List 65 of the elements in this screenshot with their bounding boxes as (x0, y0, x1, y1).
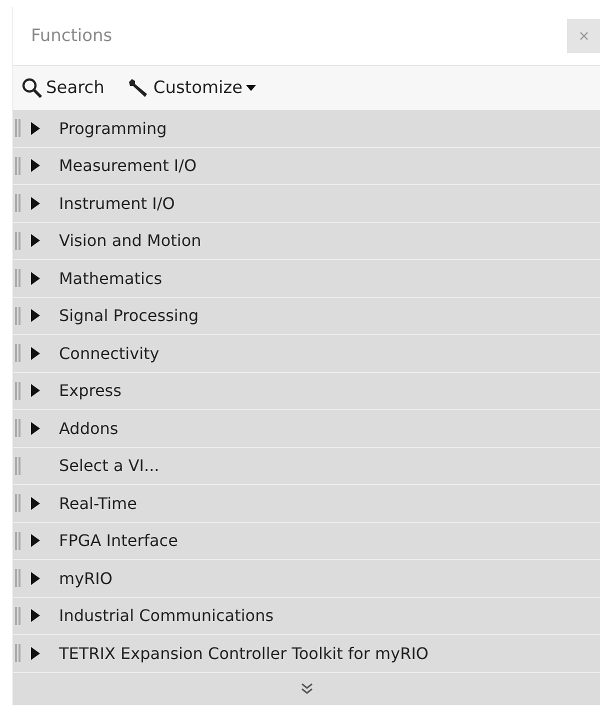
palette-item[interactable]: Programming (13, 110, 600, 148)
palette-item[interactable]: Real-Time (13, 485, 600, 522)
item-label: Express (59, 381, 122, 400)
grip-icon (15, 456, 21, 475)
search-button[interactable]: Search (21, 77, 104, 99)
item-label: Mathematics (59, 268, 162, 288)
double-chevron-icon (301, 682, 313, 694)
grip-icon (15, 306, 21, 325)
palette-item[interactable]: TETRIX Expansion Controller Toolkit for myRIO (13, 635, 600, 672)
grip-icon (15, 606, 21, 625)
palette-item[interactable]: Mathematics (13, 260, 600, 298)
item-label: Instrument I/O (59, 194, 175, 213)
item-label: FPGA Interface (59, 531, 178, 550)
grip-icon (15, 382, 21, 400)
palette-item[interactable]: FPGA Interface (13, 522, 600, 560)
grip-icon (15, 344, 21, 362)
customize-button[interactable]: Customize (126, 77, 256, 99)
palette-item[interactable]: Select a VI... (13, 448, 600, 485)
expand-arrow-icon (31, 609, 40, 622)
grip-icon (15, 644, 21, 662)
window-title: Functions (31, 26, 112, 46)
palette-item[interactable]: Measurement I/O (13, 148, 600, 185)
expand-arrow-icon (31, 572, 40, 585)
grip-icon (15, 194, 21, 212)
grip-icon (15, 156, 21, 175)
grip-icon (15, 232, 21, 250)
expand-arrow-icon (31, 534, 40, 548)
palette-item[interactable]: Connectivity (13, 335, 600, 372)
expand-arrow-icon (31, 646, 40, 660)
expand-arrow-icon (31, 196, 40, 210)
search-icon (21, 77, 43, 99)
item-label: Addons (59, 418, 118, 438)
grip-icon (15, 269, 21, 288)
expand-arrow-icon (31, 384, 40, 398)
item-label: Programming (59, 118, 167, 138)
palette-item[interactable]: Instrument I/O (13, 185, 600, 222)
expand-arrow-icon (31, 422, 40, 435)
palette-item[interactable]: Signal Processing (13, 298, 600, 335)
item-label: Connectivity (59, 344, 160, 363)
expand-arrow-icon (31, 272, 40, 285)
grip-icon (15, 532, 21, 550)
item-label: Signal Processing (59, 306, 199, 326)
grip-icon (15, 119, 21, 138)
palette-item[interactable]: Express (13, 372, 600, 410)
expand-arrow-icon (31, 309, 40, 322)
palette-item[interactable]: Industrial Communications (13, 598, 600, 635)
grip-icon (15, 569, 21, 588)
expand-arrow-icon (31, 122, 40, 135)
item-label: Measurement I/O (59, 156, 197, 176)
grip-icon (15, 419, 21, 438)
expand-arrow-icon (31, 496, 40, 510)
caret-icon (246, 84, 256, 92)
item-label: Select a VI... (59, 456, 160, 476)
palette-item[interactable]: Addons (13, 410, 600, 448)
item-label: Industrial Communications (59, 606, 274, 626)
expand-arrow-icon (31, 159, 40, 172)
palette-item[interactable]: Vision and Motion (13, 222, 600, 260)
item-label: TETRIX Expansion Controller Toolkit for myRIO (59, 644, 429, 663)
palette-item[interactable]: myRIO (13, 560, 600, 598)
item-label: Real-Time (59, 494, 137, 513)
expand-arrow-icon (31, 346, 40, 360)
expand-arrow-icon (31, 234, 40, 248)
grip-icon (15, 494, 21, 512)
item-label: Vision and Motion (59, 231, 202, 250)
item-label: myRIO (59, 568, 112, 588)
